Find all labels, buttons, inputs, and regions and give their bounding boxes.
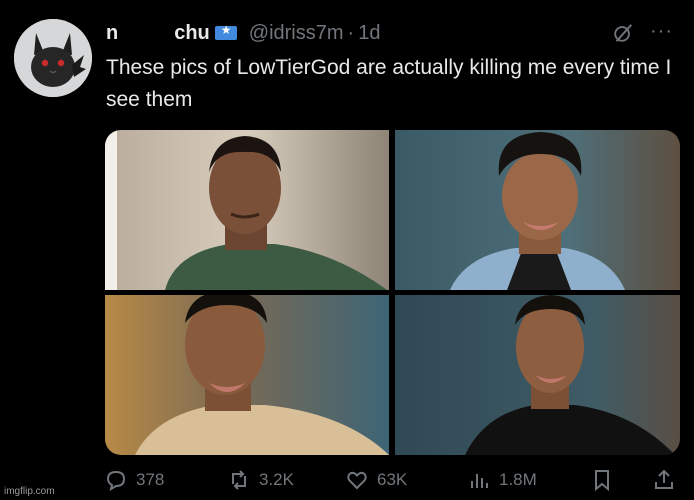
share-icon [655, 469, 673, 489]
pikachu-dark-avatar-icon [14, 19, 92, 97]
repost-count: 3.2K [259, 470, 294, 489]
repost-icon [232, 470, 246, 490]
analytics-icon [471, 474, 488, 488]
like-button[interactable]: 63K [345, 468, 407, 492]
photo-man-beige-shirt[interactable] [105, 295, 389, 455]
separator-dot: · [347, 21, 355, 44]
photo-man-black-shirt[interactable] [395, 295, 680, 455]
view-count: 1.8M [499, 470, 537, 489]
bookmark-button[interactable] [590, 468, 622, 492]
author-name-end[interactable]: chu [174, 22, 210, 45]
tweet-text: These pics of LowTierGod are actually ki… [106, 56, 672, 111]
reply-icon [106, 470, 126, 492]
avatar[interactable] [14, 19, 92, 97]
author-name-start[interactable]: n [106, 22, 118, 45]
media-grid [105, 130, 680, 455]
photo-man-denim-jacket[interactable] [395, 130, 680, 290]
more-options-icon[interactable]: ··· [650, 20, 673, 43]
repost-button[interactable]: 3.2K [227, 468, 294, 492]
author-handle[interactable]: @idriss7m [249, 22, 344, 45]
imgflip-watermark: imgflip.com [4, 486, 55, 497]
tweet-time[interactable]: 1d [358, 22, 380, 45]
action-bar: 378 3.2K 63K 1.8M [104, 468, 679, 496]
like-count: 63K [377, 470, 408, 489]
reply-count: 378 [136, 470, 165, 489]
photo-man-green-shirt[interactable] [105, 130, 389, 290]
share-button[interactable] [652, 468, 684, 492]
reply-button[interactable]: 378 [104, 468, 164, 492]
bookmark-icon [595, 470, 609, 492]
grok-icon[interactable] [612, 22, 634, 44]
heart-icon [347, 471, 367, 490]
somalia-flag-icon [214, 23, 237, 40]
views-button[interactable]: 1.8M [467, 468, 537, 492]
tweet-header: n chu @idriss7m · 1d [106, 20, 380, 46]
